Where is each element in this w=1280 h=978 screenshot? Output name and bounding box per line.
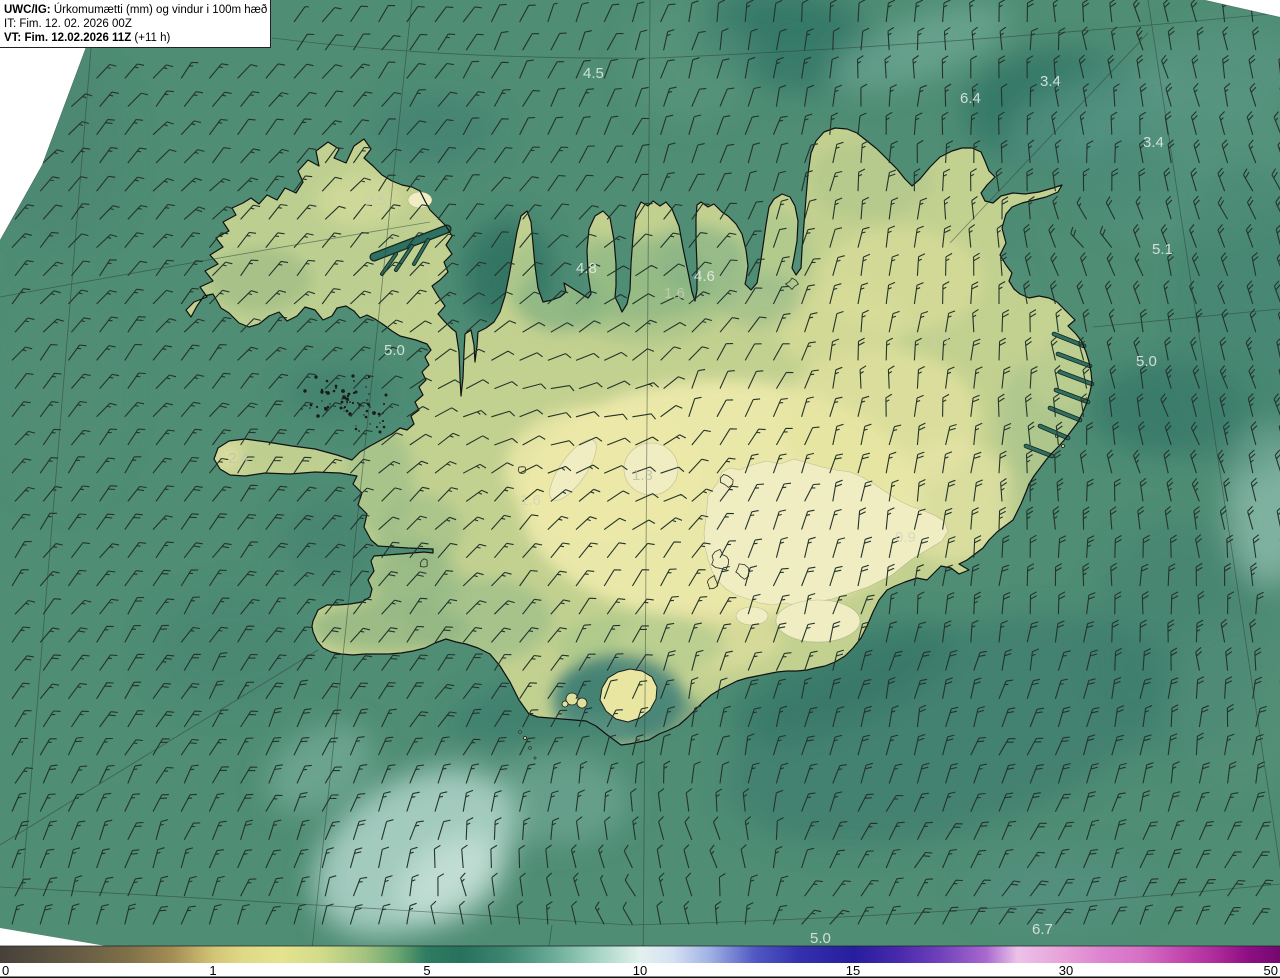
svg-text:5.0: 5.0 — [384, 342, 405, 359]
svg-text:5.0: 5.0 — [810, 930, 831, 947]
svg-text:4.8: 4.8 — [576, 260, 597, 277]
svg-text:0: 0 — [2, 963, 9, 978]
svg-text:2.5: 2.5 — [365, 192, 386, 209]
svg-text:1.6: 1.6 — [664, 285, 685, 302]
svg-text:4.5: 4.5 — [583, 65, 604, 82]
svg-text:0.9: 0.9 — [895, 529, 916, 546]
svg-text:6.7: 6.7 — [1032, 921, 1053, 938]
svg-text:1: 1 — [209, 963, 216, 978]
svg-text:2.4: 2.4 — [228, 450, 249, 467]
svg-text:50: 50 — [1264, 963, 1278, 978]
svg-text:5.0: 5.0 — [1136, 353, 1157, 370]
svg-text:30: 30 — [1059, 963, 1073, 978]
svg-text:1.3: 1.3 — [632, 467, 653, 484]
svg-text:5.1: 5.1 — [1152, 241, 1173, 258]
svg-text:10: 10 — [633, 963, 647, 978]
svg-text:3.4: 3.4 — [1143, 134, 1164, 151]
svg-text:3.4: 3.4 — [1040, 73, 1061, 90]
svg-text:6.4: 6.4 — [960, 90, 981, 107]
svg-text:1.6: 1.6 — [520, 492, 541, 509]
svg-text:5: 5 — [423, 963, 430, 978]
svg-text:4.6: 4.6 — [694, 268, 715, 285]
svg-text:15: 15 — [846, 963, 860, 978]
svg-text:1.7: 1.7 — [930, 332, 951, 349]
